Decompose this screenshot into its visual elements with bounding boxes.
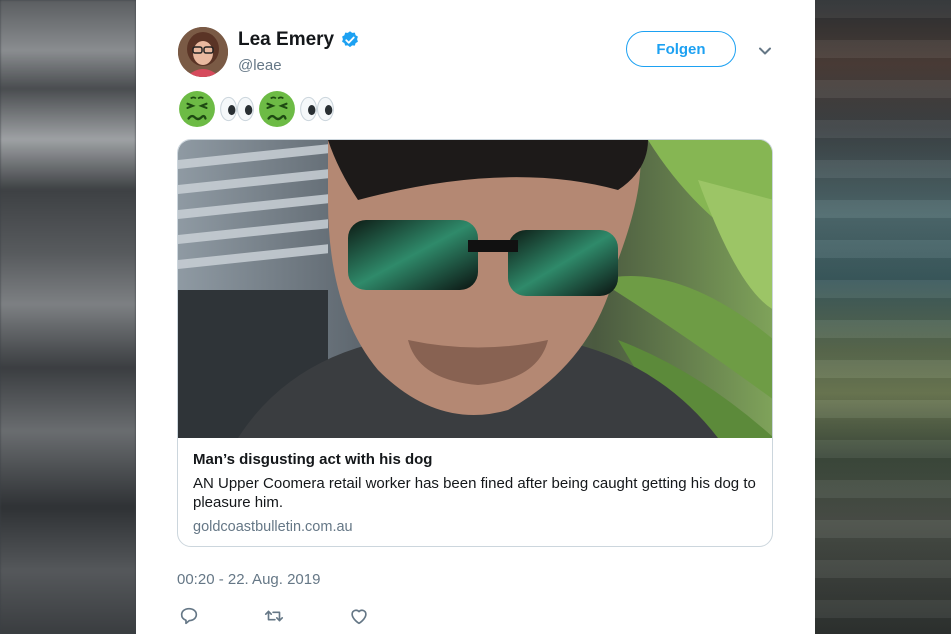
avatar[interactable] [178, 27, 228, 77]
author-handle[interactable]: @leae [238, 57, 282, 74]
nauseated-face-icon [259, 91, 295, 127]
tweet-timestamp[interactable]: 00:20 - 22. Aug. 2019 [177, 571, 320, 588]
eyes-icon [300, 96, 334, 122]
blurred-background-left [0, 0, 136, 634]
tweet-text [178, 90, 338, 128]
link-preview-image [178, 140, 772, 438]
nauseated-face-icon [179, 91, 215, 127]
retweet-icon[interactable] [263, 605, 285, 627]
like-icon[interactable] [348, 605, 370, 627]
blurred-background-right [815, 0, 951, 634]
link-description: AN Upper Coomera retail worker has been … [193, 475, 756, 511]
link-title: Man’s disgusting act with his dog [193, 451, 433, 468]
tweet-card: Lea Emery @leae Folgen Man’s disgusting … [136, 0, 815, 634]
follow-button[interactable]: Folgen [626, 31, 736, 67]
author-name[interactable]: Lea Emery [238, 29, 334, 51]
link-domain: goldcoastbulletin.com.au [193, 519, 353, 535]
link-preview-card[interactable]: Man’s disgusting act with his dog AN Upp… [177, 139, 773, 547]
verified-badge-icon [342, 31, 359, 48]
chevron-down-icon[interactable] [756, 42, 774, 60]
action-bar [178, 605, 433, 627]
eyes-icon [220, 96, 254, 122]
reply-icon[interactable] [178, 605, 200, 627]
